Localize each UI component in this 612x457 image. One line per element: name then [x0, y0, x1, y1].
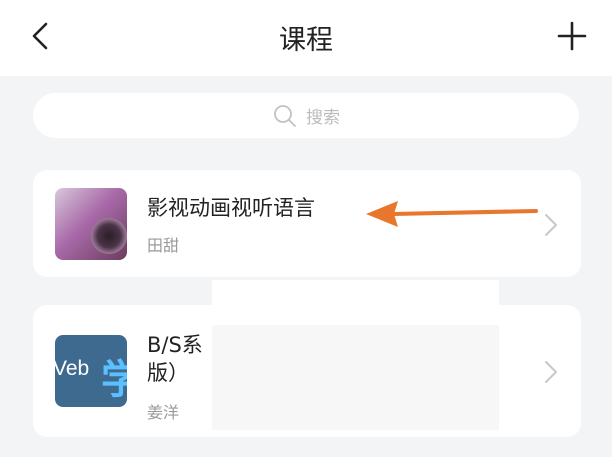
chevron-right-icon — [545, 214, 557, 236]
search-placeholder: 搜索 — [306, 108, 340, 128]
course-thumbnail — [55, 188, 127, 260]
plus-icon — [557, 21, 587, 51]
logo-text: Veb — [55, 357, 90, 380]
course-teacher: 田甜 — [147, 236, 180, 255]
annotation-arrow-icon — [366, 201, 538, 227]
course-thumbnail: Veb 学 — [55, 335, 127, 407]
page-title: 课程 — [279, 25, 333, 56]
add-course-button[interactable] — [552, 16, 592, 56]
course-title: 影视动画视听语言 — [147, 196, 315, 220]
search-icon — [274, 104, 296, 127]
chevron-right-icon — [545, 361, 557, 383]
search-input[interactable]: 搜索 — [33, 93, 579, 138]
camera-lens-image — [91, 218, 127, 254]
redaction-block — [212, 280, 499, 430]
top-bar: 课程 — [0, 0, 612, 76]
course-teacher: 姜洋 — [147, 403, 180, 422]
logo-glyph: 学 — [101, 357, 127, 403]
redaction-shade — [212, 325, 499, 430]
